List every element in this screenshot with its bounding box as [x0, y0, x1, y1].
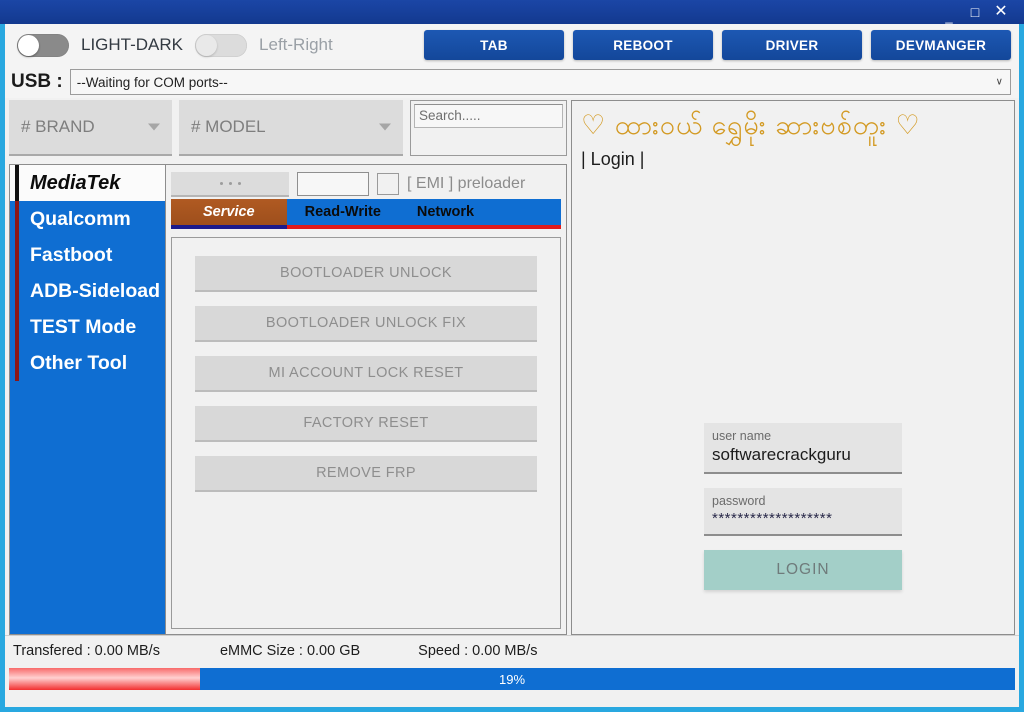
tab-read-write[interactable]: Read-Write	[286, 199, 399, 229]
username-value: softwarecrackguru	[712, 445, 851, 464]
service-action-panel: BOOTLOADER UNLOCK BOOTLOADER UNLOCK FIX …	[171, 237, 561, 629]
browse-preloader-button[interactable]	[171, 171, 289, 197]
top-toolbar: LIGHT-DARK Left-Right TAB REBOOT DRIVER …	[5, 24, 1019, 66]
chevron-down-icon: ∨	[995, 76, 1003, 88]
platform-split: MediaTek Qualcomm Fastboot ADB-Sideload	[9, 164, 567, 635]
sidebar-indicator	[15, 237, 19, 273]
bootloader-unlock-button[interactable]: BOOTLOADER UNLOCK	[195, 256, 537, 292]
toggle-knob	[18, 34, 39, 56]
left-column: # BRAND # MODEL Search..... MediaTek Qua…	[9, 100, 567, 635]
mi-account-lock-reset-button[interactable]: MI ACCOUNT LOCK RESET	[195, 356, 537, 392]
usb-port-row: USB : --Waiting for COM ports-- ∨	[5, 66, 1019, 98]
emi-input[interactable]	[297, 172, 369, 196]
emi-preloader-row: [ EMI ] preloader	[171, 169, 561, 199]
sidebar-item-label: Other Tool	[30, 351, 128, 374]
maximize-icon[interactable]: □	[962, 5, 988, 19]
operations-pane: [ EMI ] preloader Service Read-Write Net…	[166, 164, 567, 635]
model-dropdown-label: # MODEL	[191, 117, 266, 136]
bootloader-unlock-fix-button[interactable]: BOOTLOADER UNLOCK FIX	[195, 306, 537, 342]
status-bar: Transfered : 0.00 MB/s eMMC Size : 0.00 …	[5, 635, 1019, 665]
password-field[interactable]: password *******************	[704, 488, 902, 536]
sidebar-item-label: ADB-Sideload	[30, 279, 161, 302]
model-dropdown[interactable]: # MODEL	[179, 100, 403, 156]
remove-frp-button[interactable]: REMOVE FRP	[195, 456, 537, 492]
login-form: user name softwarecrackguru password ***…	[704, 423, 902, 590]
login-button[interactable]: LOGIN	[704, 550, 902, 590]
sidebar-item-qualcomm[interactable]: Qualcomm	[10, 201, 165, 237]
theme-toggle-label: LIGHT-DARK	[81, 35, 184, 54]
close-icon[interactable]: ✕	[988, 4, 1014, 20]
emmc-size-status: eMMC Size : 0.00 GB	[219, 642, 361, 659]
application-window: _ □ ✕ LIGHT-DARK Left-Right TAB REBOOT D…	[0, 0, 1024, 712]
tab-filler	[492, 199, 561, 229]
chevron-down-icon	[379, 123, 391, 131]
emi-label: [ EMI ] preloader	[407, 175, 526, 192]
transfered-status: Transfered : 0.00 MB/s	[13, 642, 160, 659]
driver-button[interactable]: DRIVER	[722, 30, 862, 60]
account-panel: ♡ ထားဝယ် ရွှေမိုး ဆားဗစ်တူး ♡ | Login | …	[571, 100, 1015, 635]
sidebar-indicator	[15, 273, 19, 309]
heart-icon: ♡	[581, 110, 607, 140]
layout-toggle-label: Left-Right	[259, 35, 333, 54]
sidebar-item-mediatek[interactable]: MediaTek	[10, 165, 165, 201]
sidebar-item-other-tool[interactable]: Other Tool	[10, 345, 165, 381]
brand-dropdown[interactable]: # BRAND	[9, 100, 172, 156]
sidebar-item-fastboot[interactable]: Fastboot	[10, 237, 165, 273]
speed-status: Speed : 0.00 MB/s	[418, 642, 538, 659]
sidebar-item-test-mode[interactable]: TEST Mode	[10, 309, 165, 345]
brand-title-text: ထားဝယ် ရွှေမိုး ဆားဗစ်တူး	[614, 110, 887, 140]
sidebar-item-label: Fastboot	[30, 243, 113, 266]
usb-port-value: --Waiting for COM ports--	[76, 74, 228, 90]
search-box: Search.....	[410, 100, 567, 156]
minimize-icon[interactable]: _	[936, 10, 962, 23]
dot-icon	[237, 181, 241, 185]
sidebar-item-label: Qualcomm	[30, 207, 131, 230]
sidebar-indicator	[15, 309, 19, 345]
emi-checkbox[interactable]	[377, 173, 399, 195]
login-link[interactable]: | Login |	[581, 149, 644, 170]
brand-title: ♡ ထားဝယ် ရွှေမိုး ဆားဗစ်တူး ♡	[581, 107, 1005, 143]
sidebar-indicator	[15, 201, 19, 237]
toolbar-buttons: TAB REBOOT DRIVER DEVMANGER	[424, 30, 1013, 60]
chevron-down-icon	[148, 123, 160, 131]
usb-port-select[interactable]: --Waiting for COM ports-- ∨	[69, 69, 1011, 95]
toggle-knob	[196, 34, 218, 56]
tab-button[interactable]: TAB	[424, 30, 564, 60]
factory-reset-button[interactable]: FACTORY RESET	[195, 406, 537, 442]
dot-icon	[228, 181, 232, 185]
sidebar-item-adb-sideload[interactable]: ADB-Sideload	[10, 273, 165, 309]
progress-percent-label: 19%	[498, 671, 526, 687]
search-input[interactable]: Search.....	[414, 104, 563, 128]
heart-icon: ♡	[895, 110, 921, 140]
tab-network[interactable]: Network	[398, 199, 493, 229]
reboot-button[interactable]: REBOOT	[573, 30, 713, 60]
theme-toggle[interactable]	[17, 33, 69, 57]
username-label: user name	[712, 429, 772, 443]
sidebar-indicator	[15, 345, 19, 381]
devmanager-button[interactable]: DEVMANGER	[871, 30, 1011, 60]
operation-tabs: Service Read-Write Network	[171, 199, 561, 229]
tab-service[interactable]: Service	[171, 199, 287, 229]
main-body: # BRAND # MODEL Search..... MediaTek Qua…	[5, 98, 1019, 635]
sidebar-item-label: TEST Mode	[30, 315, 137, 338]
usb-label: USB :	[11, 71, 63, 92]
dot-icon	[219, 181, 223, 185]
progress-bar: 19%	[9, 668, 1015, 690]
username-field[interactable]: user name softwarecrackguru	[704, 423, 902, 474]
device-picker-row: # BRAND # MODEL Search.....	[9, 100, 567, 162]
sidebar-filler	[10, 381, 165, 634]
brand-dropdown-label: # BRAND	[21, 117, 95, 136]
sidebar-item-label: MediaTek	[30, 171, 121, 194]
sidebar-active-indicator	[15, 165, 19, 201]
layout-toggle[interactable]	[195, 33, 248, 57]
password-label: password	[712, 494, 766, 508]
password-value: *******************	[712, 510, 833, 527]
title-bar: _ □ ✕	[0, 0, 1024, 24]
platform-sidebar: MediaTek Qualcomm Fastboot ADB-Sideload	[9, 164, 166, 635]
